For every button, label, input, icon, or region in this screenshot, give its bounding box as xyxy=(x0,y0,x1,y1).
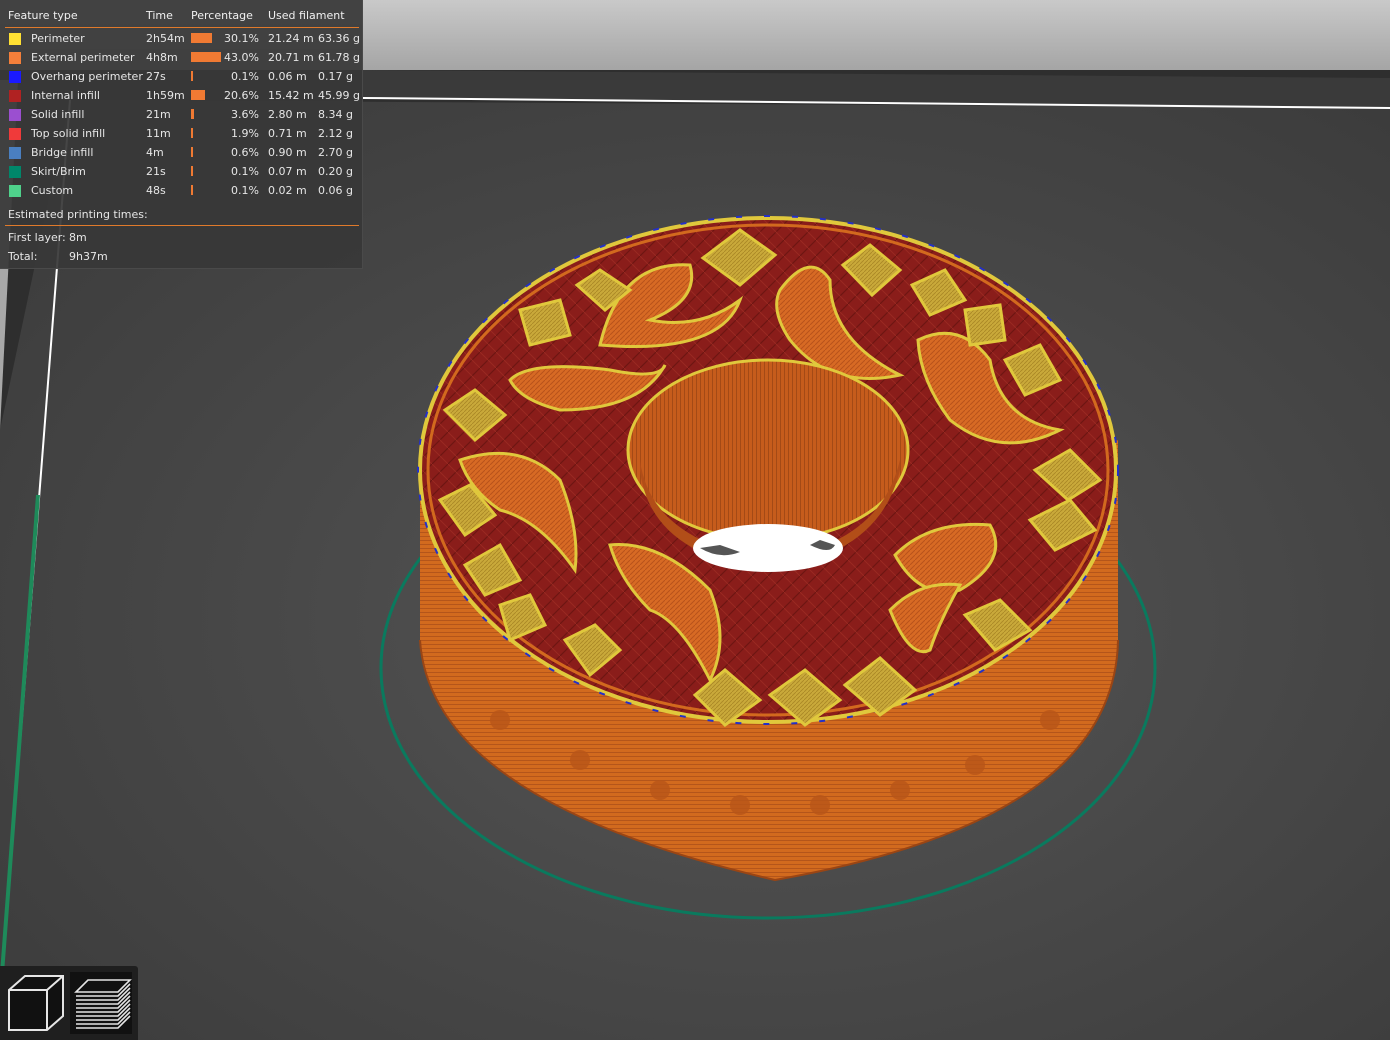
feature-percentage: 0.6% xyxy=(231,146,259,159)
feature-length: 0.90 m xyxy=(268,146,307,159)
percentage-bar xyxy=(191,185,193,195)
feature-length: 15.42 m xyxy=(268,89,314,102)
feature-length: 0.71 m xyxy=(268,127,307,140)
center-hole-wall xyxy=(626,358,910,542)
cube-3d-view-icon xyxy=(8,975,64,1031)
header-feature-type: Feature type xyxy=(8,9,78,22)
feature-name: Internal infill xyxy=(31,89,100,102)
layers-preview-icon xyxy=(74,979,132,1029)
estimated-times-label: Estimated printing times: xyxy=(8,208,148,221)
feature-time: 4m xyxy=(146,146,164,159)
feature-name: Top solid infill xyxy=(31,127,106,140)
header-time: Time xyxy=(146,9,173,22)
feature-name: Overhang perimeter xyxy=(31,70,143,83)
percentage-bar xyxy=(191,166,193,176)
legend-row: Bridge infill 4m 0.6% 0.90 m 2.70 g xyxy=(0,145,362,162)
color-swatch xyxy=(9,90,21,102)
total-value: 9h37m xyxy=(69,250,108,263)
percentage-bar xyxy=(191,128,193,138)
feature-time: 2h54m xyxy=(146,32,185,45)
feature-time: 21m xyxy=(146,108,171,121)
percentage-bar xyxy=(191,90,206,100)
feature-weight: 2.12 g xyxy=(318,127,353,140)
layers-preview-button[interactable] xyxy=(70,972,132,1034)
feature-weight: 0.17 g xyxy=(318,70,353,83)
header-percentage: Percentage xyxy=(191,9,253,22)
feature-name: Skirt/Brim xyxy=(31,165,86,178)
feature-time: 4h8m xyxy=(146,51,178,64)
feature-time: 48s xyxy=(146,184,166,197)
feature-weight: 0.06 g xyxy=(318,184,353,197)
percentage-bar xyxy=(191,33,212,43)
feature-weight: 0.20 g xyxy=(318,165,353,178)
feature-weight: 61.78 g xyxy=(318,51,360,64)
feature-name: Solid infill xyxy=(31,108,85,121)
feature-percentage: 1.9% xyxy=(231,127,259,140)
feature-percentage: 30.1% xyxy=(224,32,259,45)
feature-percentage: 0.1% xyxy=(231,184,259,197)
legend-row: Internal infill 1h59m 20.6% 15.42 m 45.99 g xyxy=(0,88,362,105)
color-swatch xyxy=(9,33,21,45)
color-swatch xyxy=(9,52,21,64)
feature-time: 1h59m xyxy=(146,89,185,102)
legend-separator xyxy=(5,27,359,28)
color-swatch xyxy=(9,71,21,83)
header-used-filament: Used filament xyxy=(268,9,345,22)
legend-row: Perimeter 2h54m 30.1% 21.24 m 63.36 g xyxy=(0,31,362,48)
view-toggle xyxy=(0,966,138,1040)
color-swatch xyxy=(9,147,21,159)
feature-length: 0.06 m xyxy=(268,70,307,83)
feature-time: 27s xyxy=(146,70,166,83)
feature-percentage: 3.6% xyxy=(231,108,259,121)
legend-row: Solid infill 21m 3.6% 2.80 m 8.34 g xyxy=(0,107,362,124)
3d-view-button[interactable] xyxy=(5,972,67,1034)
legend-row: Overhang perimeter 27s 0.1% 0.06 m 0.17 g xyxy=(0,69,362,86)
legend-row: Custom 48s 0.1% 0.02 m 0.06 g xyxy=(0,183,362,200)
color-swatch xyxy=(9,185,21,197)
feature-weight: 45.99 g xyxy=(318,89,360,102)
legend-row: Top solid infill 11m 1.9% 0.71 m 2.12 g xyxy=(0,126,362,143)
first-layer-value: 8m xyxy=(69,231,87,244)
color-swatch xyxy=(9,128,21,140)
total-label: Total: xyxy=(8,250,38,263)
legend-separator xyxy=(5,225,359,226)
percentage-bar xyxy=(191,71,193,81)
feature-name: Custom xyxy=(31,184,74,197)
feature-percentage: 20.6% xyxy=(224,89,259,102)
percentage-bar xyxy=(191,52,221,62)
feature-weight: 8.34 g xyxy=(318,108,353,121)
feature-name: External perimeter xyxy=(31,51,135,64)
legend-row: Skirt/Brim 21s 0.1% 0.07 m 0.20 g xyxy=(0,164,362,181)
feature-percentage: 43.0% xyxy=(224,51,259,64)
feature-time: 21s xyxy=(146,165,166,178)
feature-name: Perimeter xyxy=(31,32,85,45)
feature-time: 11m xyxy=(146,127,171,140)
feature-type-legend: Feature type Time Percentage Used filame… xyxy=(0,0,363,269)
feature-percentage: 0.1% xyxy=(231,70,259,83)
color-swatch xyxy=(9,109,21,121)
feature-weight: 63.36 g xyxy=(318,32,360,45)
feature-length: 0.02 m xyxy=(268,184,307,197)
feature-length: 21.24 m xyxy=(268,32,314,45)
first-layer-label: First layer: xyxy=(8,231,66,244)
legend-row: External perimeter 4h8m 43.0% 20.71 m 61.78 … xyxy=(0,50,362,67)
color-swatch xyxy=(9,166,21,178)
percentage-bar xyxy=(191,147,193,157)
feature-name: Bridge infill xyxy=(31,146,94,159)
feature-percentage: 0.1% xyxy=(231,165,259,178)
feature-length: 0.07 m xyxy=(268,165,307,178)
percentage-bar xyxy=(191,109,194,119)
feature-length: 2.80 m xyxy=(268,108,307,121)
feature-weight: 2.70 g xyxy=(318,146,353,159)
feature-length: 20.71 m xyxy=(268,51,314,64)
